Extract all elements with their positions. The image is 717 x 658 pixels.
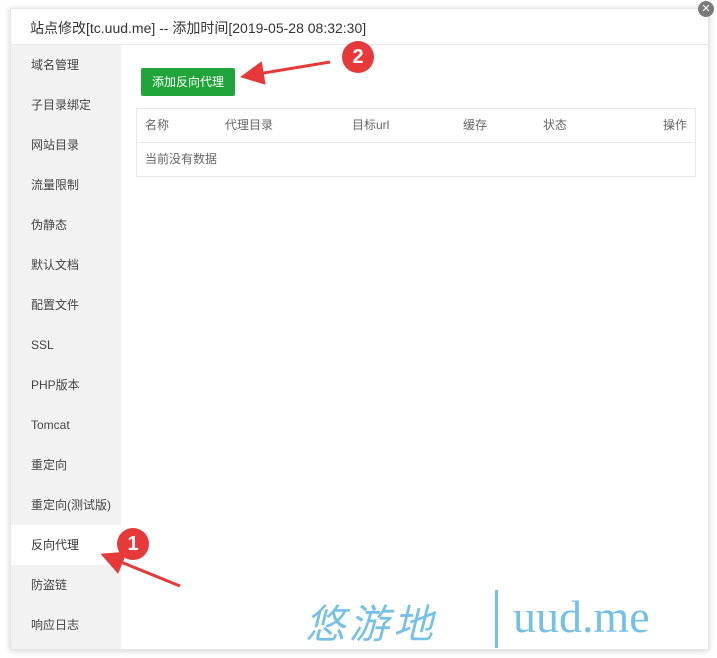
column-header-target-url: 目标url bbox=[352, 118, 390, 132]
table-header: 名称 代理目录 目标url 缓存 状态 操作 bbox=[137, 109, 695, 143]
sidebar-item-subdirectory-binding[interactable]: 子目录绑定 bbox=[11, 85, 121, 125]
column-header-actions: 操作 bbox=[662, 118, 687, 132]
empty-table-message: 当前没有数据 bbox=[145, 152, 218, 166]
annotation-badge-2: 2 bbox=[342, 41, 374, 73]
sidebar-item-label: PHP版本 bbox=[31, 378, 80, 392]
sidebar-item-default-document[interactable]: 默认文档 bbox=[11, 245, 121, 285]
site-edit-dialog: 站点修改[tc.uud.me] -- 添加时间[2019-05-28 08:32… bbox=[10, 8, 709, 650]
watermark: 悠游地 uud.me bbox=[305, 590, 705, 650]
sidebar-item-response-log[interactable]: 响应日志 bbox=[11, 605, 121, 645]
sidebar-item-site-directory[interactable]: 网站目录 bbox=[11, 125, 121, 165]
sidebar-item-label: 伪静态 bbox=[31, 218, 68, 232]
watermark-chinese: 悠游地 bbox=[305, 602, 437, 648]
sidebar-item-label: 响应日志 bbox=[31, 618, 80, 632]
sidebar: 域名管理 子目录绑定 网站目录 流量限制 伪静态 默认文档 配置文件 SSL P… bbox=[11, 45, 121, 649]
sidebar-item-reverse-proxy[interactable]: 反向代理 bbox=[11, 525, 121, 565]
add-reverse-proxy-button[interactable]: 添加反向代理 bbox=[141, 68, 235, 96]
dialog-title: 站点修改[tc.uud.me] -- 添加时间[2019-05-28 08:32… bbox=[30, 20, 367, 36]
sidebar-item-config-file[interactable]: 配置文件 bbox=[11, 285, 121, 325]
sidebar-item-label: SSL bbox=[31, 338, 54, 352]
column-header-proxy-dir: 代理目录 bbox=[225, 118, 274, 132]
column-header-status: 状态 bbox=[543, 118, 568, 132]
sidebar-item-traffic-limit[interactable]: 流量限制 bbox=[11, 165, 121, 205]
sidebar-item-rewrite[interactable]: 伪静态 bbox=[11, 205, 121, 245]
column-header-name: 名称 bbox=[145, 118, 170, 132]
table-row: 当前没有数据 bbox=[137, 143, 695, 176]
sidebar-item-label: 重定向 bbox=[31, 458, 68, 472]
sidebar-item-ssl[interactable]: SSL bbox=[11, 325, 121, 365]
sidebar-item-php-version[interactable]: PHP版本 bbox=[11, 365, 121, 405]
sidebar-item-label: 流量限制 bbox=[31, 178, 80, 192]
sidebar-item-redirect-beta[interactable]: 重定向(测试版) bbox=[11, 485, 121, 525]
sidebar-item-label: 反向代理 bbox=[31, 538, 80, 552]
sidebar-item-label: 配置文件 bbox=[31, 298, 80, 312]
sidebar-item-label: 防盗链 bbox=[31, 578, 68, 592]
sidebar-item-redirect[interactable]: 重定向 bbox=[11, 445, 121, 485]
sidebar-item-label: 域名管理 bbox=[31, 58, 80, 72]
main-content: 添加反向代理 名称 代理目录 目标url 缓存 状态 操作 当前没有数据 bbox=[121, 45, 708, 649]
annotation-badge-1: 1 bbox=[117, 528, 149, 560]
sidebar-item-label: Tomcat bbox=[31, 418, 70, 432]
proxy-table: 名称 代理目录 目标url 缓存 状态 操作 当前没有数据 bbox=[136, 108, 696, 177]
dialog-titlebar: 站点修改[tc.uud.me] -- 添加时间[2019-05-28 08:32… bbox=[11, 9, 708, 45]
watermark-domain: uud.me bbox=[513, 591, 650, 642]
watermark-separator bbox=[495, 590, 498, 648]
sidebar-item-tomcat[interactable]: Tomcat bbox=[11, 405, 121, 445]
close-icon[interactable]: ✕ bbox=[698, 1, 714, 17]
sidebar-item-label: 重定向(测试版) bbox=[31, 498, 111, 512]
sidebar-item-hotlink-protection[interactable]: 防盗链 bbox=[11, 565, 121, 605]
sidebar-item-domain-management[interactable]: 域名管理 bbox=[11, 45, 121, 85]
column-header-cache: 缓存 bbox=[463, 118, 488, 132]
sidebar-item-label: 子目录绑定 bbox=[31, 98, 92, 112]
sidebar-item-label: 默认文档 bbox=[31, 258, 80, 272]
sidebar-item-label: 网站目录 bbox=[31, 138, 80, 152]
